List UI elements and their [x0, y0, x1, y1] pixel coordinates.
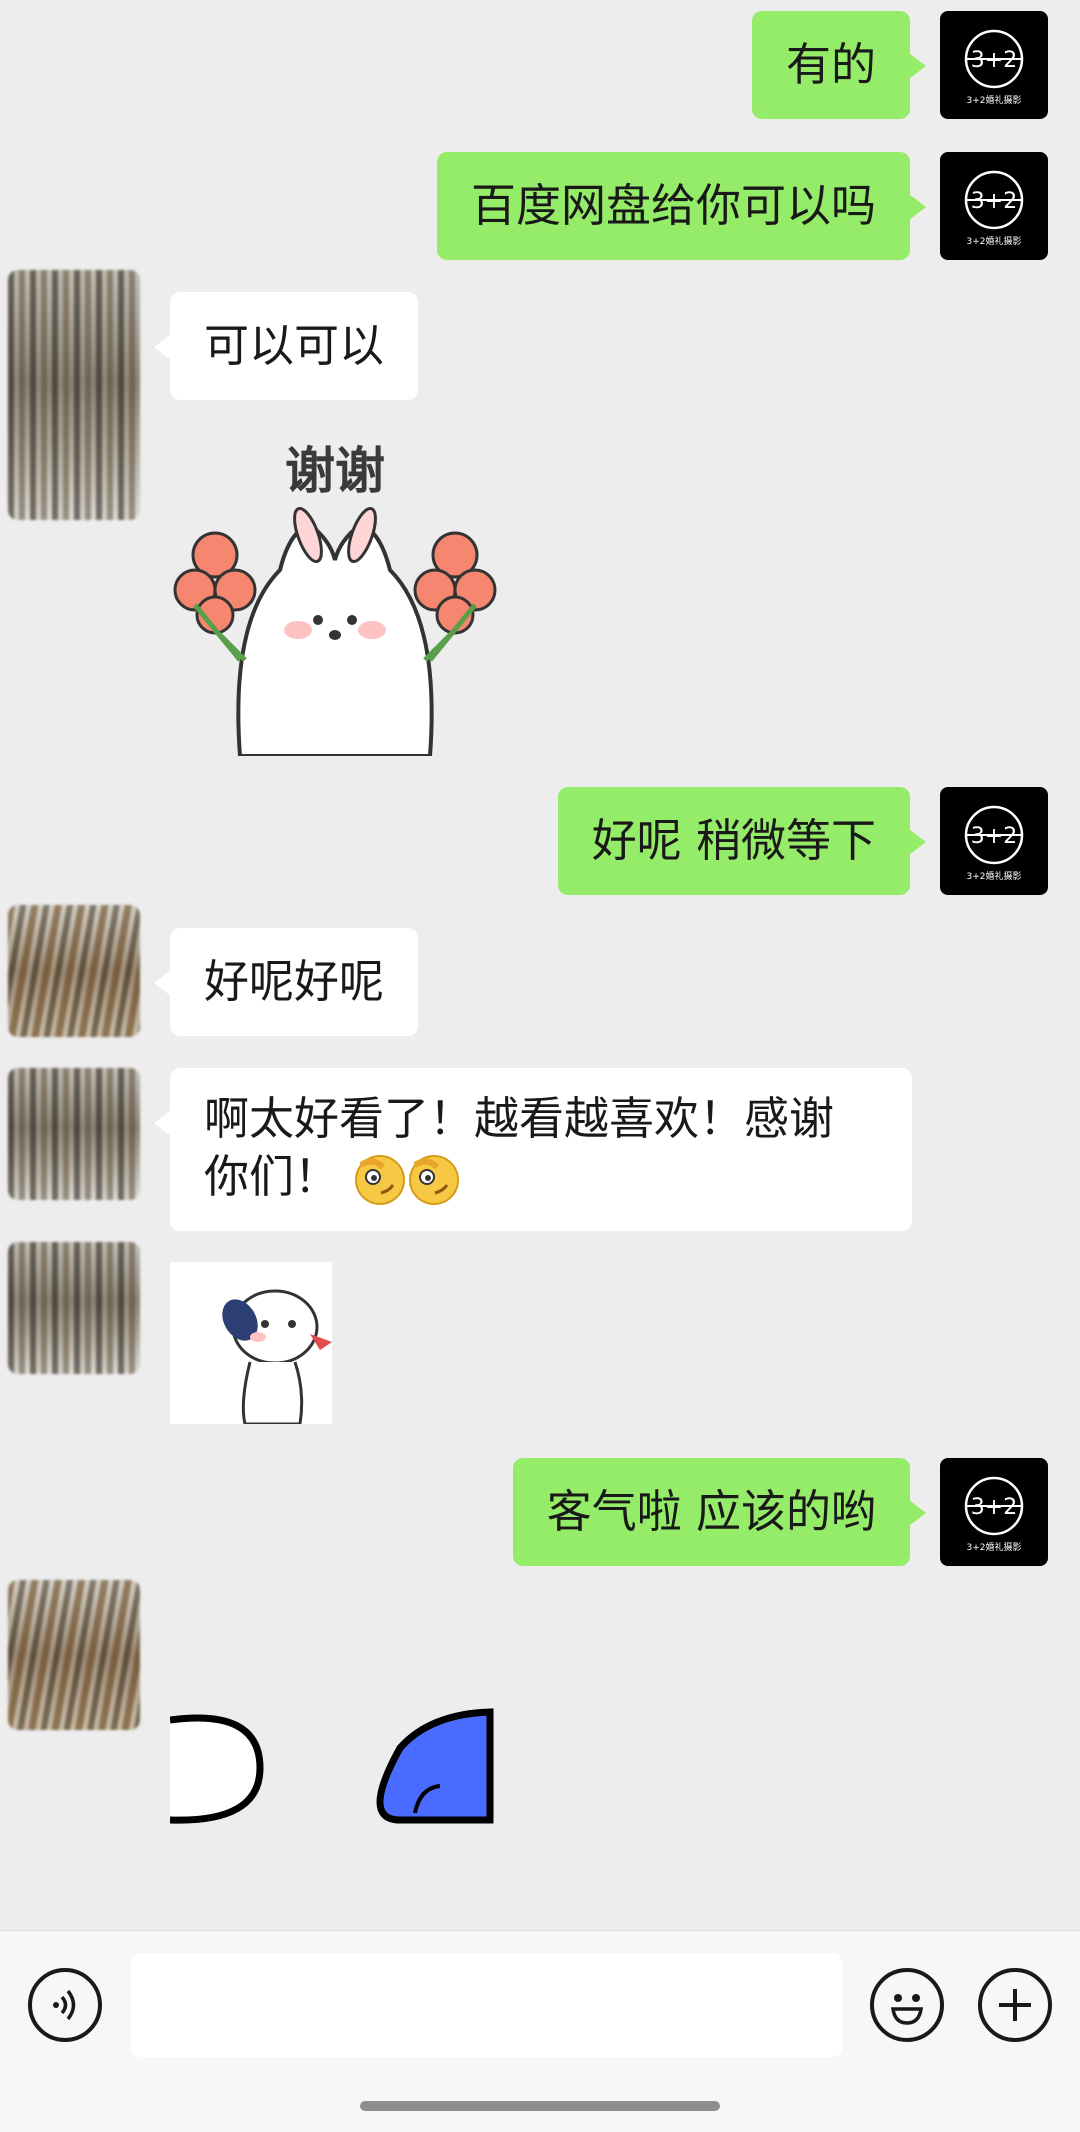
- message-text: 可以可以: [204, 319, 385, 372]
- message-bubble-received[interactable]: 啊太好看了！越看越喜欢！感谢你们！: [154, 1068, 912, 1231]
- svg-text:3+2婚礼摄影: 3+2婚礼摄影: [967, 94, 1022, 106]
- message-bubble-sent[interactable]: 有的: [751, 11, 927, 119]
- message-bubble-sent[interactable]: 百度网盘给你可以吗: [436, 152, 927, 260]
- message-text: 客气啦 应该的哟: [546, 1485, 876, 1538]
- svg-text:3+2: 3+2: [971, 1495, 1017, 1520]
- message-bubble-received[interactable]: 可以可以: [153, 292, 419, 400]
- my-avatar[interactable]: 3+2 3+2婚礼摄影: [940, 1458, 1048, 1566]
- plus-icon[interactable]: [978, 1968, 1052, 2042]
- my-avatar[interactable]: 3+2 3+2婚礼摄影: [940, 11, 1048, 119]
- emoji-icon[interactable]: [870, 1968, 944, 2042]
- salute-face-emoji: [353, 1153, 407, 1207]
- svg-text:谢谢: 谢谢: [285, 442, 385, 500]
- message-bubble-received[interactable]: 好呢好呢: [153, 928, 419, 1036]
- message-text: 好呢 稍微等下: [591, 814, 876, 867]
- salute-face-emoji: [407, 1153, 461, 1207]
- contact-avatar[interactable]: [8, 1242, 140, 1374]
- message-text: 有的: [785, 38, 876, 91]
- svg-text:3+2婚礼摄影: 3+2婚礼摄影: [967, 235, 1022, 247]
- svg-text:3+2婚礼摄影: 3+2婚礼摄影: [967, 1541, 1022, 1553]
- svg-text:3+2: 3+2: [971, 189, 1017, 214]
- svg-text:3+2婚礼摄影: 3+2婚礼摄影: [967, 870, 1022, 882]
- my-avatar[interactable]: 3+2 3+2婚礼摄影: [940, 152, 1048, 260]
- contact-avatar[interactable]: [8, 905, 140, 1037]
- sticker-partial[interactable]: [169, 1708, 500, 1828]
- brand-logo-icon: 3+2 3+2婚礼摄影: [964, 805, 1024, 882]
- message-input[interactable]: [131, 1953, 842, 2057]
- svg-text:3+2: 3+2: [971, 48, 1017, 73]
- message-text: 啊太好看了！越看越喜欢！感谢你们！: [204, 1092, 835, 1203]
- svg-text:3+2: 3+2: [971, 824, 1017, 849]
- brand-logo-icon: 3+2 3+2婚礼摄影: [964, 1476, 1024, 1553]
- cartoon-sticker-partial: [169, 1708, 494, 1824]
- message-bubble-sent[interactable]: 客气啦 应该的哟: [512, 1458, 927, 1566]
- sticker-dog[interactable]: [170, 1262, 332, 1426]
- chat-input-bar: [0, 1930, 1080, 2132]
- sticker-thanks[interactable]: 谢谢: [170, 430, 500, 758]
- message-text: 百度网盘给你可以吗: [470, 179, 876, 232]
- brand-logo-icon: 3+2 3+2婚礼摄影: [964, 170, 1024, 247]
- home-indicator[interactable]: [360, 2101, 720, 2111]
- message-text: 好呢好呢: [204, 955, 385, 1008]
- contact-avatar[interactable]: [8, 270, 140, 520]
- brand-logo-icon: 3+2 3+2婚礼摄影: [964, 29, 1024, 106]
- bunny-flowers-sticker: 谢谢: [173, 442, 497, 758]
- dog-sticker: [222, 1289, 332, 1426]
- message-bubble-sent[interactable]: 好呢 稍微等下: [557, 787, 927, 895]
- my-avatar[interactable]: 3+2 3+2婚礼摄影: [940, 787, 1048, 895]
- contact-avatar[interactable]: [8, 1068, 140, 1200]
- contact-avatar[interactable]: [8, 1580, 140, 1730]
- voice-icon[interactable]: [28, 1968, 102, 2042]
